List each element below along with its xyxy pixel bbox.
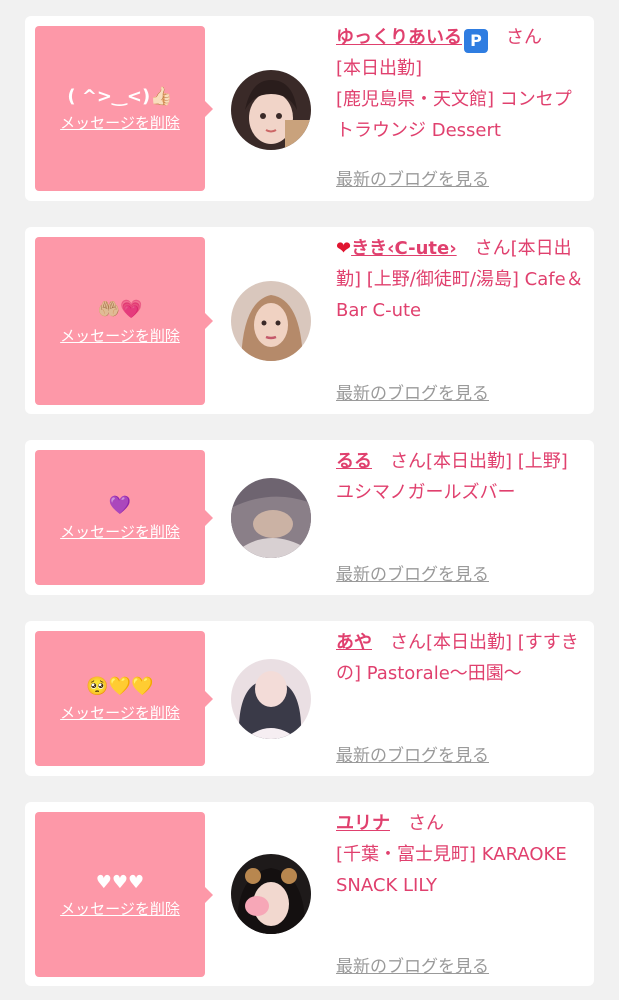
delete-message-link[interactable]: メッセージを削除 xyxy=(60,702,180,723)
delete-message-link[interactable]: メッセージを削除 xyxy=(60,325,180,346)
shop-info: [千葉・富士見町] KARAOKE SNACK LILY xyxy=(336,844,567,896)
shop-info: [本日出勤] [すすきの] Pastorale～田園～ xyxy=(336,632,579,684)
avatar[interactable] xyxy=(231,659,311,739)
honorific: さん xyxy=(408,813,444,834)
girl-name-link[interactable]: きき‹C-ute› xyxy=(351,238,457,259)
latest-blog-link[interactable]: 最新のブログを見る xyxy=(336,741,489,766)
message-bubble: ♥♥♥ メッセージを削除 xyxy=(35,812,213,977)
girl-name-link[interactable]: ユリナ xyxy=(336,813,390,834)
latest-blog-link[interactable]: 最新のブログを見る xyxy=(336,560,489,585)
girl-info: ゆっくりあいる P さん [本日出勤] [鹿児島県・天文館] コンセプトラウンジ D… xyxy=(336,22,588,146)
message-bubble: 💜 メッセージを削除 xyxy=(35,450,213,585)
message-card: ♥♥♥ メッセージを削除 ユリナ さん [千葉・富士見町] KARAOKE SNA… xyxy=(25,802,594,986)
honorific: さん xyxy=(506,27,542,48)
girl-info: ユリナ さん [千葉・富士見町] KARAOKE SNACK LILY xyxy=(336,808,588,901)
girl-name-link[interactable]: ゆっくりあいる xyxy=(336,27,462,48)
latest-blog-link[interactable]: 最新のブログを見る xyxy=(336,952,489,977)
honorific: さん xyxy=(474,238,511,259)
message-text: 🤲🏼💗 xyxy=(97,298,143,320)
message-text: ♥♥♥ xyxy=(95,872,145,893)
message-card: ( ^>‿<)👍🏻 メッセージを削除 ゆっくりあいる P さん [本日出勤] [鹿児… xyxy=(25,16,594,201)
shop-info: [本日出勤] [鹿児島県・天文館] コンセプトラウンジ Dessert xyxy=(336,58,572,141)
girl-info: あや さん[本日出勤] [すすきの] Pastorale～田園～ xyxy=(336,627,588,689)
message-list: ( ^>‿<)👍🏻 メッセージを削除 ゆっくりあいる P さん [本日出勤] [鹿児… xyxy=(0,0,619,1000)
delete-message-link[interactable]: メッセージを削除 xyxy=(60,112,180,133)
message-text: 💜 xyxy=(108,495,132,516)
message-text: ( ^>‿<)👍🏻 xyxy=(67,86,173,107)
message-card: 🥺💛💛 メッセージを削除 あや さん[本日出勤] [すすきの] Pastorale… xyxy=(25,621,594,776)
avatar[interactable] xyxy=(231,70,311,150)
girl-info: るる さん[本日出勤] [上野] ユシマノガールズバー xyxy=(336,446,588,508)
message-card: 🤲🏼💗 メッセージを削除 ❤きき‹C-ute› さん[本日出勤] [上野/御徒町/… xyxy=(25,227,594,414)
message-bubble: 🥺💛💛 メッセージを削除 xyxy=(35,631,213,766)
avatar[interactable] xyxy=(231,281,311,361)
message-bubble: ( ^>‿<)👍🏻 メッセージを削除 xyxy=(35,26,213,191)
message-text: 🥺💛💛 xyxy=(86,676,154,697)
avatar[interactable] xyxy=(231,854,311,934)
red-heart-icon: ❤ xyxy=(336,238,352,259)
honorific: さん xyxy=(390,632,426,653)
girl-name-link[interactable]: るる xyxy=(336,451,372,472)
avatar[interactable] xyxy=(231,478,311,558)
girl-name-link[interactable]: あや xyxy=(336,632,372,653)
delete-message-link[interactable]: メッセージを削除 xyxy=(60,521,180,542)
message-card: 💜 メッセージを削除 るる さん[本日出勤] [上野] ユシマノガールズバー 最新… xyxy=(25,440,594,595)
latest-blog-link[interactable]: 最新のブログを見る xyxy=(336,379,489,404)
honorific: さん xyxy=(390,451,426,472)
latest-blog-link[interactable]: 最新のブログを見る xyxy=(336,165,489,190)
message-bubble: 🤲🏼💗 メッセージを削除 xyxy=(35,237,213,405)
delete-message-link[interactable]: メッセージを削除 xyxy=(60,898,180,919)
girl-info: ❤きき‹C-ute› さん[本日出勤] [上野/御徒町/湯島] Cafe＆Bar … xyxy=(336,233,588,326)
parking-badge-icon: P xyxy=(464,29,488,53)
